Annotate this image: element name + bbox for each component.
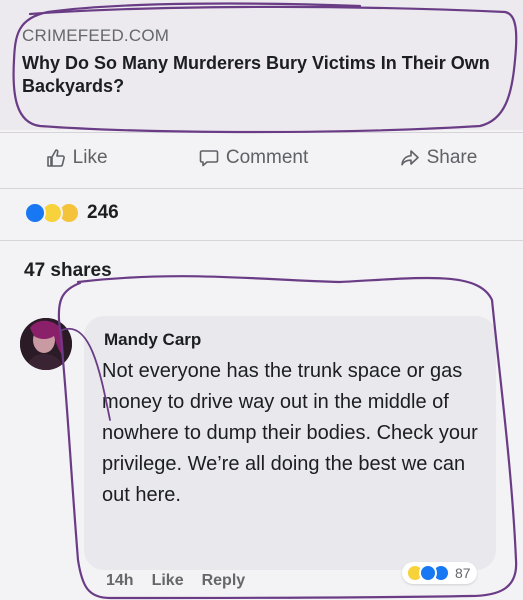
like-label: Like [72, 147, 108, 168]
comment-button[interactable]: Comment [199, 147, 308, 169]
link-domain: CRIMEFEED.COM [22, 26, 170, 45]
avatar[interactable] [20, 318, 72, 370]
divider [0, 132, 523, 133]
divider [0, 240, 523, 241]
comment-author[interactable]: Mandy Carp [104, 330, 201, 350]
like-button[interactable]: Like [46, 147, 108, 169]
comment-bubble-icon [199, 150, 219, 167]
reaction-count: 246 [87, 202, 119, 223]
share-button[interactable]: Share [400, 147, 478, 169]
comment-like-button[interactable]: Like [152, 572, 184, 590]
share-arrow-icon [400, 150, 419, 166]
comment-meta: 14h Like Reply [106, 572, 245, 590]
comment-reaction-count: 87 [455, 565, 471, 581]
share-label: Share [426, 147, 478, 168]
link-headline[interactable]: Why Do So Many Murderers Bury Victims In… [22, 52, 512, 98]
divider [0, 188, 523, 189]
link-preview-card[interactable]: CRIMEFEED.COM Why Do So Many Murderers B… [0, 0, 523, 130]
profile-photo-icon [20, 318, 72, 370]
thumbs-up-icon [46, 149, 65, 167]
share-count[interactable]: 47 shares [24, 260, 112, 282]
comment-label: Comment [225, 147, 309, 168]
comment-bubble[interactable]: Mandy Carp Not everyone has the trunk sp… [84, 316, 496, 570]
post-action-bar: Like Comment Share [0, 140, 523, 176]
like-reaction-icon [419, 564, 437, 582]
comment-reply-button[interactable]: Reply [202, 572, 246, 590]
like-reaction-icon [24, 202, 46, 224]
comment-timestamp[interactable]: 14h [106, 572, 134, 590]
post-reaction-summary[interactable]: 246 [24, 202, 119, 224]
comment-reaction-summary[interactable]: 87 [402, 562, 477, 584]
comment-text: Not everyone has the trunk space or gas … [102, 360, 478, 506]
